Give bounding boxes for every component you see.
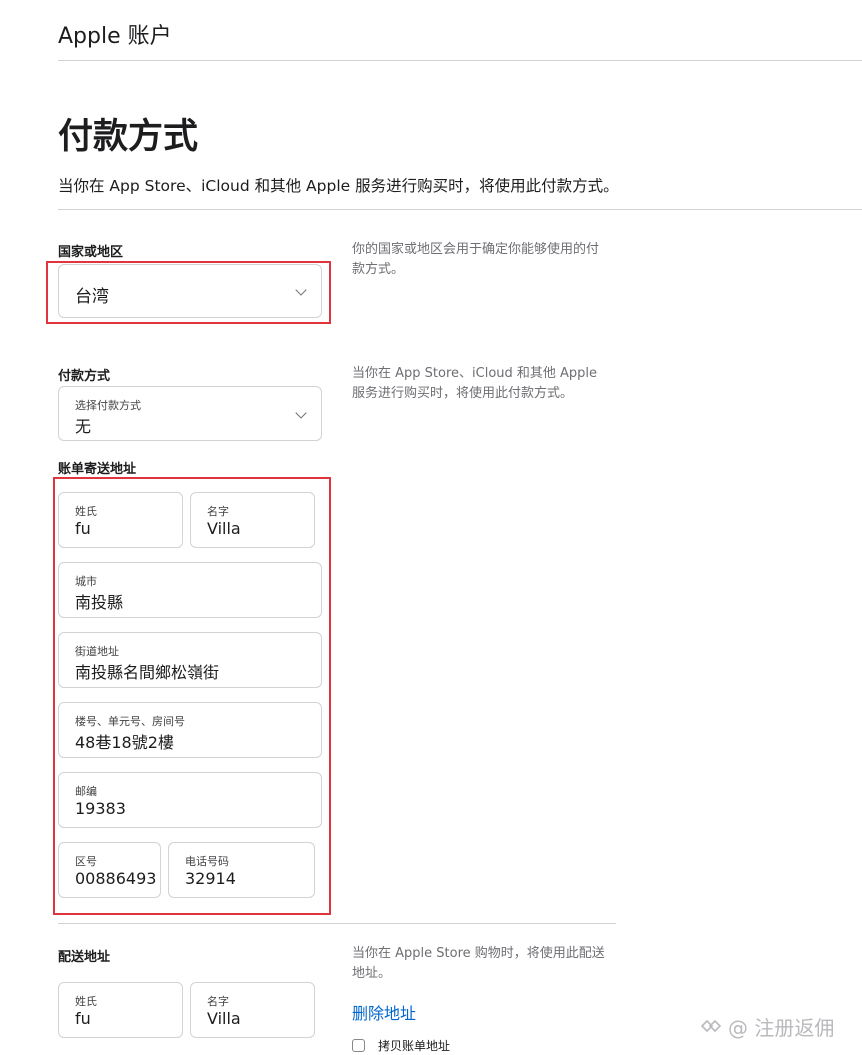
header-divider	[58, 60, 862, 61]
country-highlight-box	[46, 261, 331, 324]
billing-last-name-field[interactable]: 姓氏 fu	[58, 492, 183, 548]
country-section-label: 国家或地区	[58, 245, 124, 260]
field-label: 名字	[207, 505, 229, 518]
field-label: 电话号码	[185, 855, 229, 868]
field-value: 32914	[185, 869, 236, 888]
country-note: 你的国家或地区会用于确定你能够使用的付款方式。	[352, 242, 600, 277]
payment-select-value: 无	[75, 417, 92, 436]
share-icon	[700, 1016, 722, 1040]
copy-billing-label: 拷贝账单地址	[378, 1039, 451, 1053]
field-label: 城市	[75, 575, 97, 588]
payment-section-label: 付款方式	[58, 369, 111, 384]
field-value: 南投縣名間鄉松嶺街	[75, 663, 220, 682]
field-value: 00886493	[75, 869, 157, 888]
field-value: 南投縣	[75, 593, 124, 612]
billing-zip-field[interactable]: 邮编 19383	[58, 772, 322, 828]
copy-billing-checkbox[interactable]	[352, 1039, 365, 1052]
watermark-text: @ 注册返佣	[728, 1016, 835, 1040]
billing-first-name-field[interactable]: 名字 Villa	[190, 492, 315, 548]
section-divider	[58, 923, 616, 924]
field-label: 区号	[75, 855, 97, 868]
billing-city-field[interactable]: 城市 南投縣	[58, 562, 322, 618]
page-description: 当你在 App Store、iCloud 和其他 Apple 服务进行购买时，将…	[58, 177, 619, 195]
field-label: 姓氏	[75, 505, 97, 518]
field-value: fu	[75, 1009, 91, 1028]
chevron-down-icon	[295, 407, 307, 419]
shipping-note: 当你在 Apple Store 购物时，将使用此配送地址。	[352, 946, 605, 981]
app-title: Apple 账户	[58, 24, 172, 49]
field-label: 街道地址	[75, 645, 119, 658]
shipping-first-name-field[interactable]: 名字 Villa	[190, 982, 315, 1038]
field-value: Villa	[207, 1009, 241, 1028]
field-value: Villa	[207, 519, 241, 538]
page-title: 付款方式	[58, 117, 199, 157]
field-value: 19383	[75, 799, 126, 818]
billing-unit-field[interactable]: 楼号、单元号、房间号 48巷18號2樓	[58, 702, 322, 758]
description-divider	[58, 209, 862, 210]
shipping-last-name-field[interactable]: 姓氏 fu	[58, 982, 183, 1038]
billing-section-label: 账单寄送地址	[58, 462, 137, 477]
billing-area-code-field[interactable]: 区号 00886493	[58, 842, 161, 898]
field-value: fu	[75, 519, 91, 538]
field-label: 邮编	[75, 785, 97, 798]
field-label: 名字	[207, 995, 229, 1008]
field-label: 姓氏	[75, 995, 97, 1008]
payment-select-label: 选择付款方式	[75, 399, 141, 412]
delete-address-link[interactable]: 删除地址	[352, 1000, 416, 1024]
billing-street-field[interactable]: 街道地址 南投縣名間鄉松嶺街	[58, 632, 322, 688]
payment-method-select[interactable]: 选择付款方式 无	[58, 386, 322, 441]
billing-phone-field[interactable]: 电话号码 32914	[168, 842, 315, 898]
shipping-section-label: 配送地址	[58, 950, 111, 965]
field-label: 楼号、单元号、房间号	[75, 715, 185, 728]
payment-note: 当你在 App Store、iCloud 和其他 Apple 服务进行购买时，将…	[352, 366, 598, 401]
field-value: 48巷18號2樓	[75, 733, 174, 752]
watermark: @ 注册返佣	[700, 1012, 834, 1041]
